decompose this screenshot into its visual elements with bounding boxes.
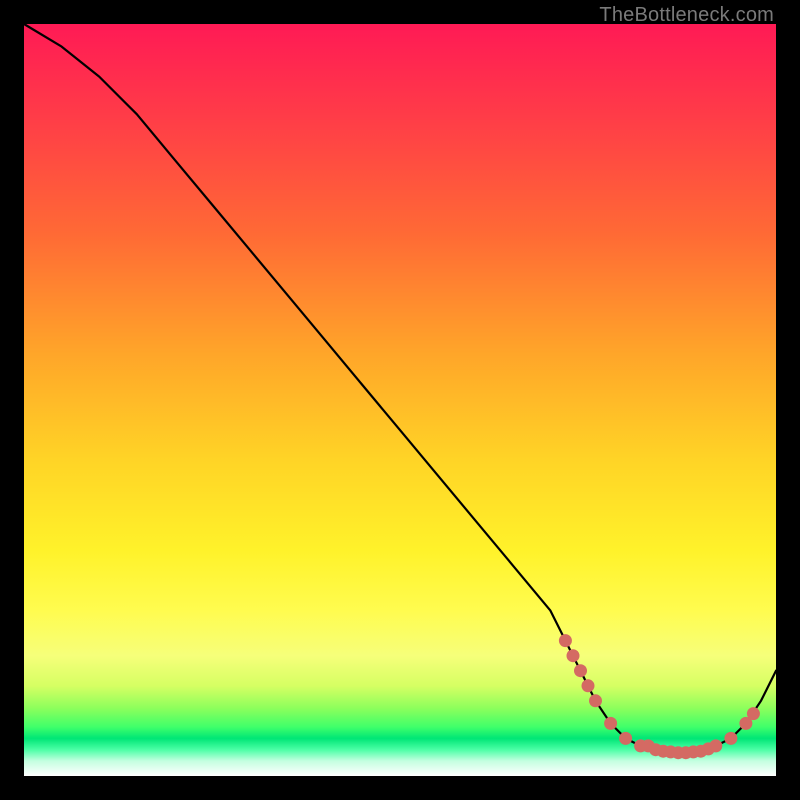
data-point-marker <box>709 739 722 752</box>
data-point-marker <box>582 679 595 692</box>
data-point-marker <box>589 694 602 707</box>
chart-stage: TheBottleneck.com <box>0 0 800 800</box>
chart-svg <box>24 24 776 776</box>
data-point-marker <box>574 664 587 677</box>
chart-plot-area <box>24 24 776 776</box>
data-point-marker <box>604 717 617 730</box>
data-point-marker <box>619 732 632 745</box>
data-point-marker <box>724 732 737 745</box>
data-point-marker <box>559 634 572 647</box>
data-point-marker <box>567 649 580 662</box>
data-point-marker <box>747 707 760 720</box>
watermark-text: TheBottleneck.com <box>599 4 774 27</box>
marker-group <box>559 634 760 759</box>
bottleneck-curve <box>24 24 776 753</box>
